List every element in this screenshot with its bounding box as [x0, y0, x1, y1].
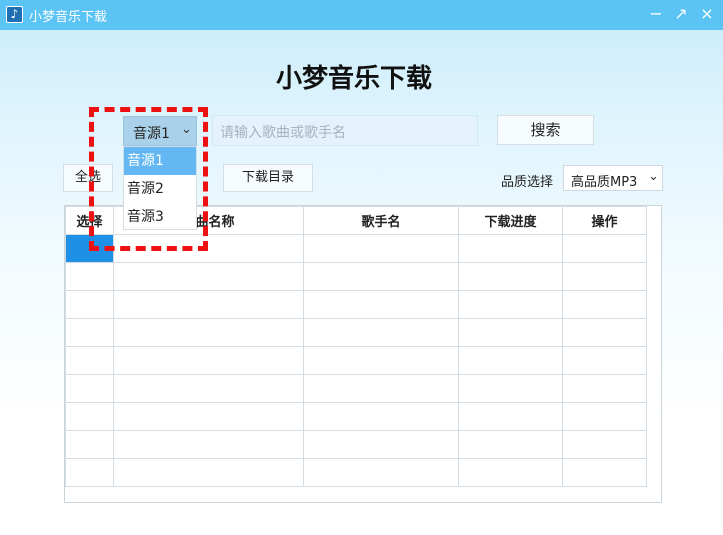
table-cell[interactable] — [113, 458, 304, 487]
table-row[interactable] — [65, 346, 647, 375]
table-row[interactable] — [65, 430, 647, 459]
table-cell[interactable] — [65, 402, 114, 431]
quality-label: 品质选择 — [501, 175, 554, 190]
table-cell[interactable] — [113, 290, 304, 319]
close-button[interactable]: × — [696, 3, 718, 25]
table-row[interactable] — [65, 458, 647, 487]
table-cell[interactable] — [303, 262, 459, 291]
table-cell[interactable] — [65, 374, 114, 403]
table-row[interactable] — [65, 262, 647, 291]
table-cell[interactable] — [458, 430, 563, 459]
table-cell[interactable] — [65, 346, 114, 375]
table-cell[interactable] — [303, 234, 459, 263]
column-header-actions[interactable]: 操作 — [562, 206, 647, 235]
table-cell[interactable] — [65, 262, 114, 291]
table-cell[interactable] — [458, 262, 563, 291]
table-cell[interactable] — [303, 346, 459, 375]
table-cell[interactable] — [562, 290, 647, 319]
music-note-icon: ♪ — [6, 6, 23, 23]
table-cell[interactable] — [303, 402, 459, 431]
table-cell[interactable] — [458, 346, 563, 375]
table-row[interactable] — [65, 318, 647, 347]
search-button[interactable]: 搜索 — [497, 115, 594, 145]
table-cell[interactable] — [562, 402, 647, 431]
column-header-progress[interactable]: 下载进度 — [458, 206, 563, 235]
quality-select-value: 高品质MP3 — [571, 175, 638, 190]
table-cell[interactable] — [303, 458, 459, 487]
table-cell[interactable] — [113, 430, 304, 459]
minimize-button[interactable]: − — [645, 3, 667, 25]
table-cell[interactable] — [113, 346, 304, 375]
column-header-artist[interactable]: 歌手名 — [303, 206, 459, 235]
table-cell[interactable] — [303, 318, 459, 347]
table-row[interactable] — [65, 290, 647, 319]
download-directory-button[interactable]: 下载目录 — [223, 164, 313, 192]
table-cell[interactable] — [458, 318, 563, 347]
table-cell[interactable] — [65, 430, 114, 459]
page-title: 小梦音乐下载 — [275, 64, 432, 94]
table-cell[interactable] — [303, 430, 459, 459]
title-bar: ♪ 小梦音乐下载 − ↗ × — [0, 0, 723, 30]
table-cell[interactable] — [562, 458, 647, 487]
table-cell[interactable] — [303, 290, 459, 319]
table-cell[interactable] — [113, 318, 304, 347]
search-input[interactable]: 请输入歌曲或歌手名 — [212, 115, 478, 146]
table-cell[interactable] — [65, 290, 114, 319]
maximize-button[interactable]: ↗ — [670, 3, 692, 25]
table-cell[interactable] — [113, 262, 304, 291]
table-cell[interactable] — [562, 234, 647, 263]
table-cell[interactable] — [458, 234, 563, 263]
table-cell[interactable] — [562, 262, 647, 291]
table-cell[interactable] — [458, 290, 563, 319]
table-cell[interactable] — [113, 402, 304, 431]
highlight-annotation-box — [89, 107, 208, 251]
table-cell[interactable] — [458, 402, 563, 431]
table-cell[interactable] — [562, 318, 647, 347]
table-cell[interactable] — [303, 374, 459, 403]
table-cell[interactable] — [458, 458, 563, 487]
table-cell[interactable] — [113, 374, 304, 403]
table-row[interactable] — [65, 402, 647, 431]
table-cell[interactable] — [458, 374, 563, 403]
table-cell[interactable] — [65, 318, 114, 347]
table-cell[interactable] — [562, 374, 647, 403]
quality-select[interactable]: 高品质MP3 ⌄ — [563, 165, 663, 191]
search-placeholder: 请输入歌曲或歌手名 — [220, 125, 346, 141]
chevron-down-icon: ⌄ — [648, 169, 659, 184]
table-row[interactable] — [65, 374, 647, 403]
window-title: 小梦音乐下载 — [29, 10, 108, 25]
table-cell[interactable] — [562, 430, 647, 459]
table-cell[interactable] — [562, 346, 647, 375]
table-cell[interactable] — [65, 458, 114, 487]
